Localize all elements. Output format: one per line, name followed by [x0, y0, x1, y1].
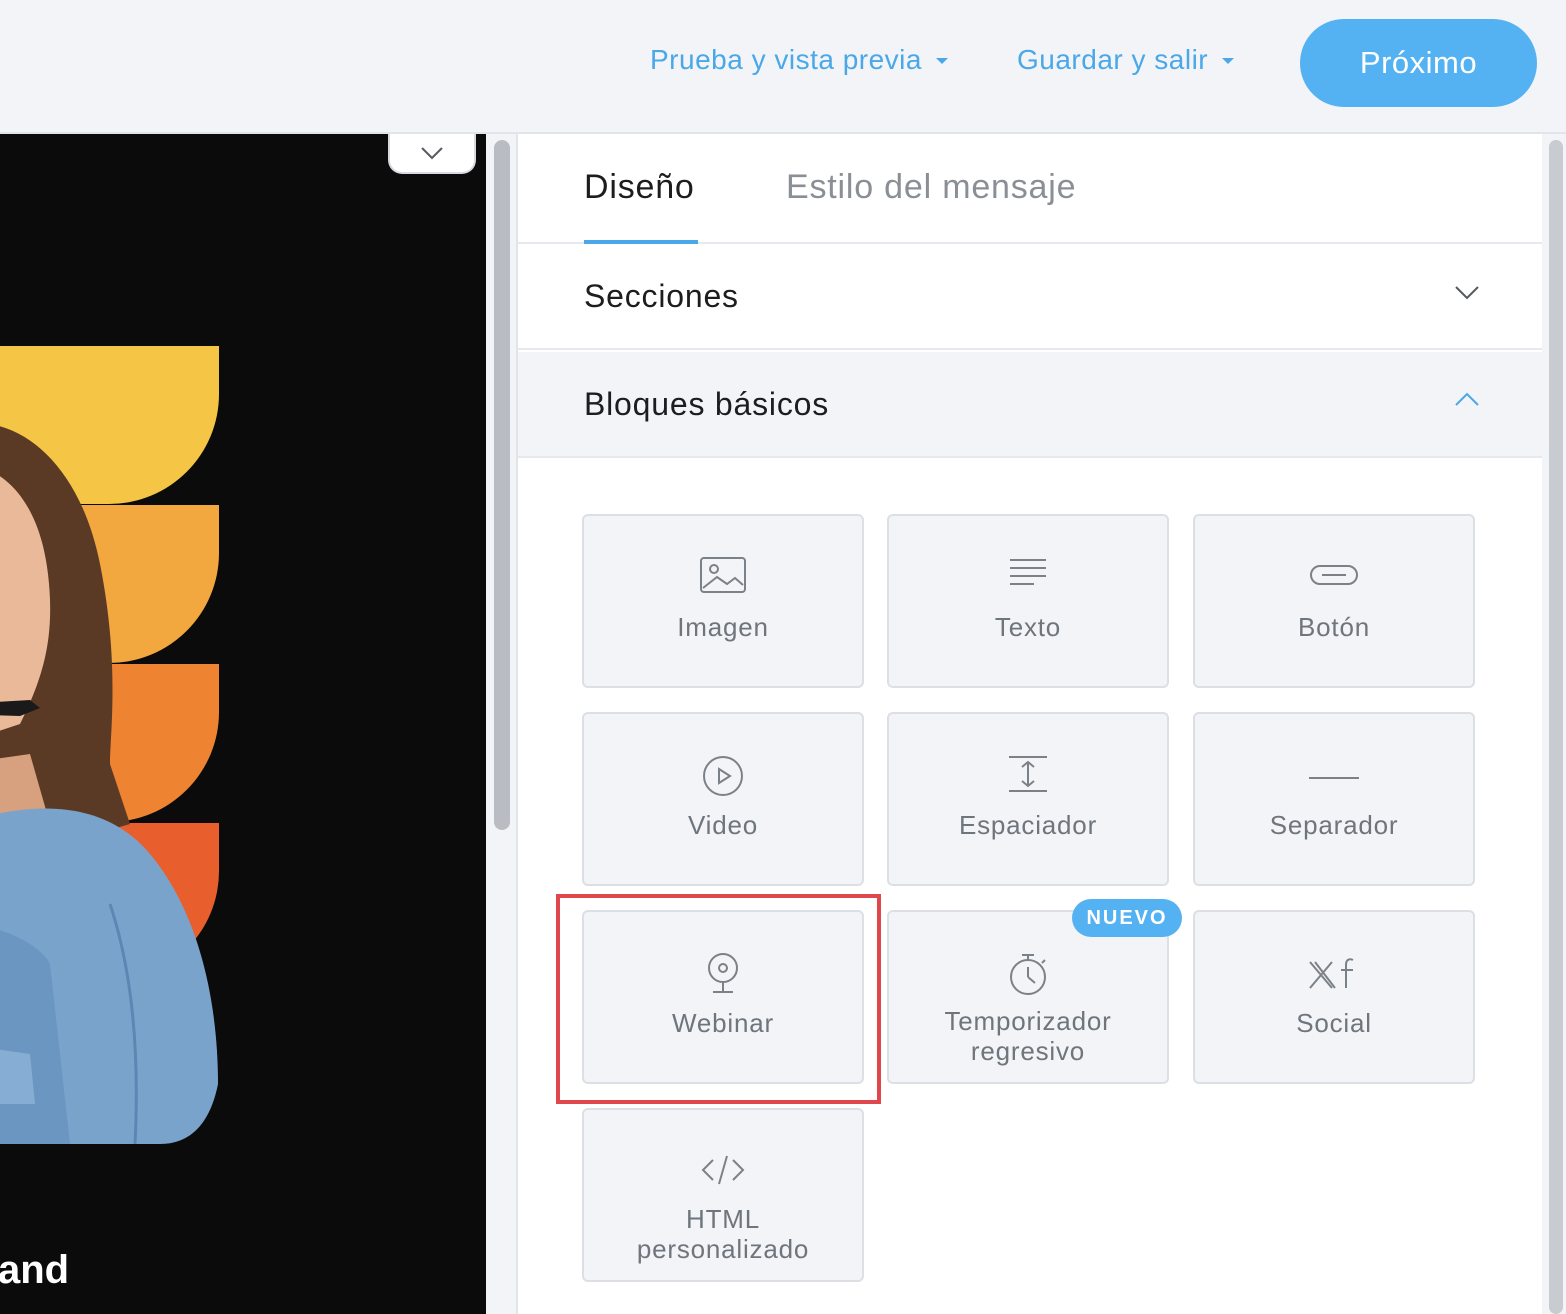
sections-accordion[interactable]: Secciones: [518, 244, 1544, 350]
block-label: Social: [1296, 1008, 1372, 1038]
block-label-line2: personalizado: [636, 1234, 810, 1264]
highlight-box: [556, 894, 881, 1104]
panel-scrollbar[interactable]: [1549, 140, 1563, 1314]
block-button[interactable]: Botón: [1193, 514, 1475, 688]
block-label: Imagen: [677, 612, 769, 642]
text-icon: [1010, 559, 1046, 585]
divider-icon: [1309, 777, 1359, 779]
block-label-line2: regresivo: [970, 1036, 1086, 1066]
chevron-down-icon: [421, 147, 443, 160]
block-label: Botón: [1298, 612, 1370, 642]
block-label: Video: [687, 810, 759, 840]
new-badge: NUEVO: [1072, 899, 1182, 937]
top-bar: Prueba y vista previa Guardar y salir Pr…: [0, 0, 1566, 134]
social-icon: [1309, 958, 1354, 989]
block-label-line1: HTML: [686, 1204, 760, 1234]
preview-partial-text: and: [0, 1248, 70, 1292]
preview-scrollbar[interactable]: [494, 140, 510, 830]
button-icon: [1310, 565, 1358, 585]
spacer-icon: [1009, 756, 1047, 792]
block-label-line1: Temporizador: [944, 1006, 1112, 1036]
collapse-preview-toggle[interactable]: [388, 134, 476, 174]
save-exit-menu[interactable]: Guardar y salir: [1017, 40, 1235, 80]
caret-down-icon: [935, 58, 948, 64]
basic-blocks-label: Bloques básicos: [584, 385, 830, 422]
chevron-up-icon: [1455, 392, 1479, 406]
email-preview: and: [0, 134, 486, 1314]
block-image[interactable]: Imagen: [582, 514, 864, 688]
block-label: HTML personalizado: [584, 1204, 862, 1264]
person-photo: [0, 426, 218, 1144]
chevron-down-icon: [1455, 286, 1479, 300]
next-button[interactable]: Próximo: [1300, 19, 1537, 107]
test-preview-menu[interactable]: Prueba y vista previa: [650, 40, 948, 80]
basic-blocks-accordion[interactable]: Bloques básicos: [518, 352, 1544, 458]
sections-label: Secciones: [584, 277, 739, 314]
block-divider[interactable]: Separador: [1193, 712, 1475, 886]
block-video[interactable]: Video: [582, 712, 864, 886]
block-spacer[interactable]: Espaciador: [887, 712, 1169, 886]
stopwatch-icon: [1010, 954, 1046, 995]
block-social[interactable]: Social: [1193, 910, 1475, 1084]
tab-message-style[interactable]: Estilo del mensaje: [786, 168, 1076, 207]
block-text[interactable]: Texto: [887, 514, 1169, 688]
block-label: Espaciador: [958, 810, 1098, 840]
test-preview-label: Prueba y vista previa: [650, 44, 922, 75]
block-custom-html[interactable]: HTML personalizado: [582, 1108, 864, 1282]
block-label: Texto: [994, 612, 1062, 642]
save-exit-label: Guardar y salir: [1017, 44, 1209, 75]
caret-down-icon: [1222, 58, 1235, 64]
block-label: Temporizador regresivo: [889, 1006, 1167, 1066]
image-icon: [700, 557, 746, 593]
panel-tabs: Diseño Estilo del mensaje: [518, 134, 1544, 244]
play-icon: [703, 756, 743, 796]
tab-design[interactable]: Diseño: [584, 168, 695, 207]
block-label: Separador: [1269, 810, 1399, 840]
code-icon: [701, 1155, 745, 1185]
